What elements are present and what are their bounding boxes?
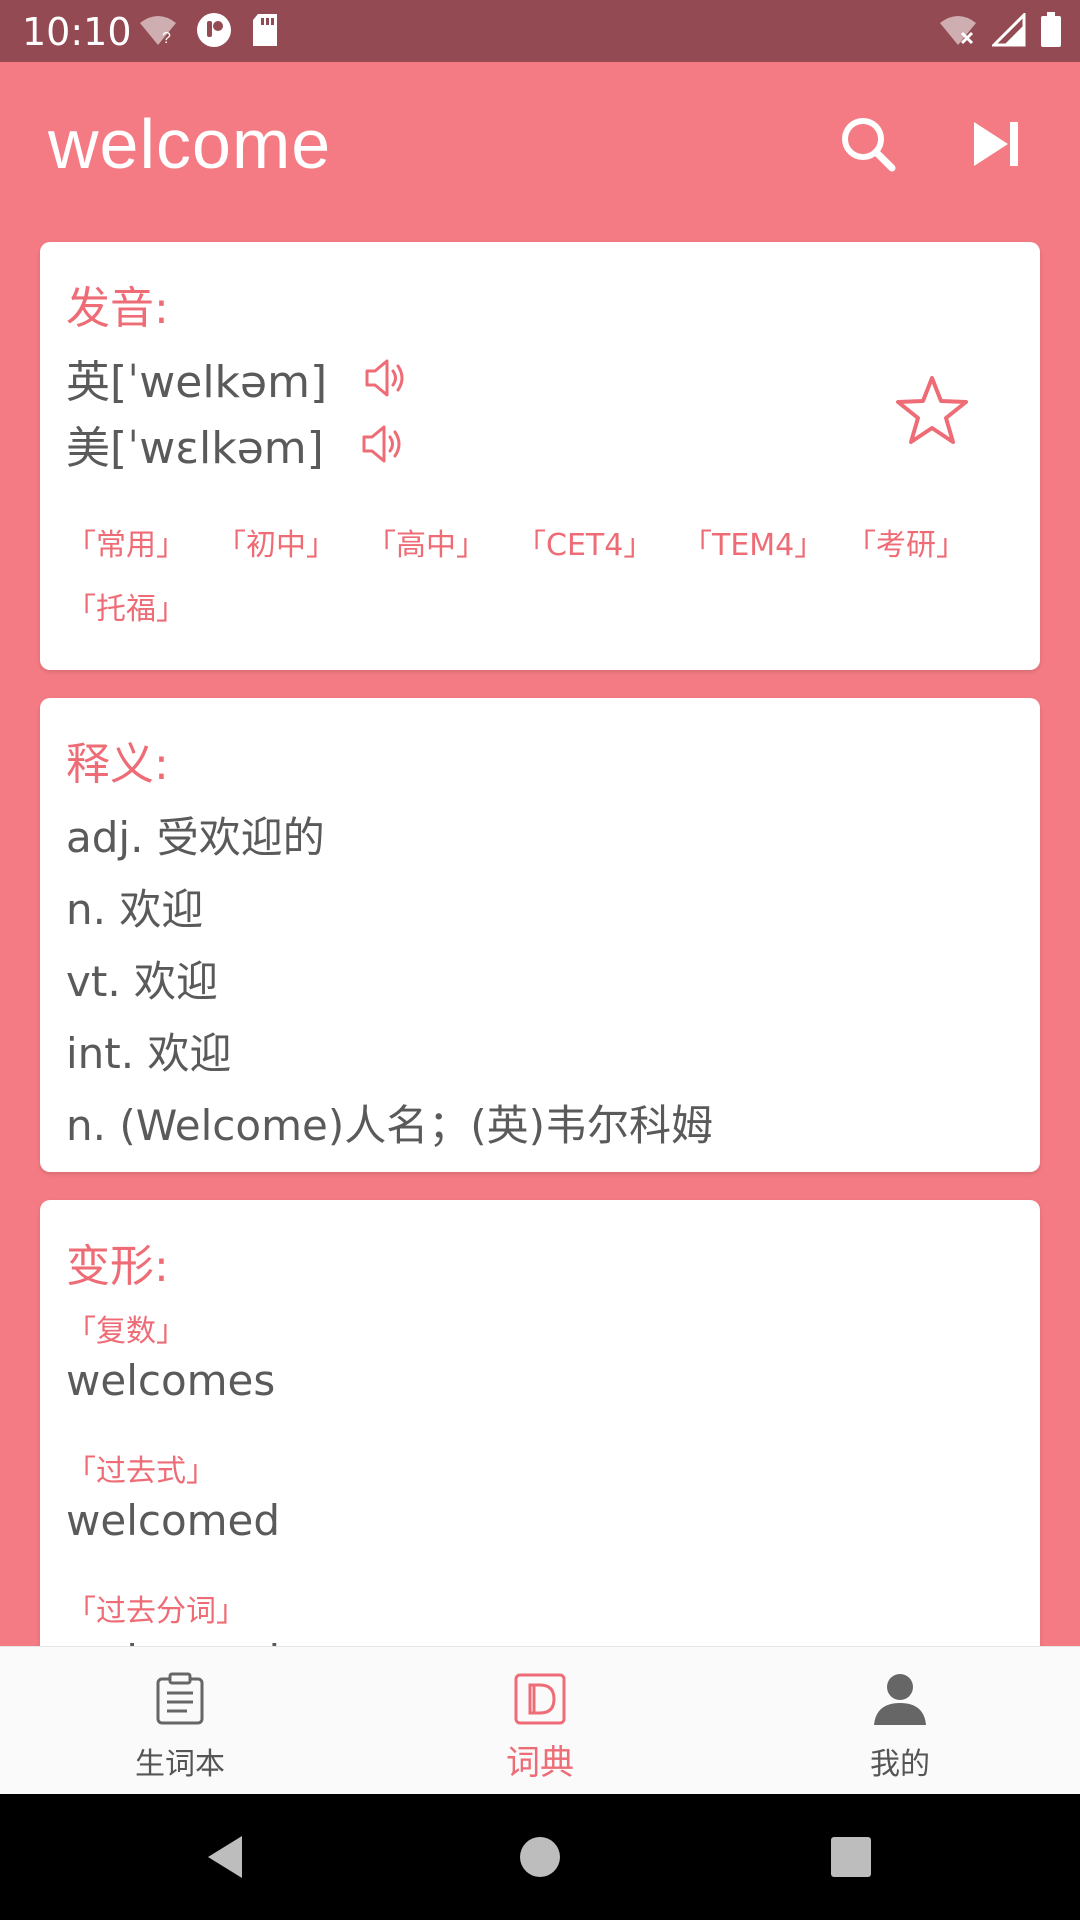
dictionary-icon [514,1673,566,1725]
uk-pronunciation-row: 英[ˈwelkəm] [66,346,409,410]
tag-item: 「考研」 [846,528,966,563]
definitions-card: 释义: adj. 受欢迎的 n. 欢迎 vt. 欢迎 int. 欢迎 n. (W… [40,698,1040,1172]
uk-phonetic: 英[ˈwelkəm] [66,357,328,408]
svg-text:?: ? [162,30,171,47]
nav-label: 生词本 [135,1747,225,1782]
nav-tab-dictionary[interactable]: 词典 [360,1647,720,1795]
nav-tab-vocabulary[interactable]: 生词本 [0,1647,360,1795]
recents-icon[interactable] [826,1832,876,1882]
tag-item: 「高中」 [366,528,486,563]
favorite-star-icon[interactable] [894,374,970,446]
system-navigation-bar [0,1794,1080,1920]
inflection-value: welcomes [66,1356,276,1405]
tag-item: 「CET4」 [516,528,654,563]
uk-speaker-icon[interactable] [363,357,409,399]
word-title: welcome [48,105,332,183]
wifi-off-icon [940,16,976,45]
skip-next-icon [974,122,1018,166]
back-icon[interactable] [202,1832,252,1882]
inflections-card: 变形: 「复数」 welcomes 「过去式」 welcomed 「过去分词」 … [40,1200,1040,1660]
next-word-button[interactable] [964,112,1028,176]
home-icon[interactable] [515,1832,565,1882]
definitions-title: 释义: [66,739,169,790]
inflection-label: 「复数」 [66,1314,186,1349]
status-icons-right [938,12,1062,48]
status-icons-left: ? [138,12,280,48]
bottom-navigation: 生词本 词典 我的 [0,1646,1080,1794]
tag-item: 「常用」 [66,528,186,563]
us-pronunciation-row: 美[ˈwɛlkəm] [66,412,406,476]
tag-item: 「托福」 [66,592,186,627]
inflection-label: 「过去式」 [66,1454,216,1489]
definition-item: vt. 欢迎 [66,957,219,1006]
tag-item: 「TEM4」 [682,528,825,563]
app-notification-icon [197,13,231,47]
definition-item: n. 欢迎 [66,885,204,934]
wifi-question-icon: ? [140,16,176,47]
search-button[interactable] [836,112,900,176]
pronunciation-card: 发音: 英[ˈwelkəm] 美[ˈwɛlkəm] 「常用」 「初中」 「高中」… [40,242,1040,670]
battery-icon [1041,12,1061,47]
nav-tab-profile[interactable]: 我的 [720,1647,1080,1795]
definition-item: adj. 受欢迎的 [66,813,325,862]
cell-signal-icon [992,13,1026,47]
definition-item: n. (Welcome)人名；(英)韦尔科姆 [66,1101,713,1150]
inflections-title: 变形: [66,1241,169,1292]
status-bar: 10:10 ? [0,0,1080,62]
notebook-icon [156,1672,204,1725]
app-bar: welcome [0,62,1080,230]
us-speaker-icon[interactable] [360,423,406,465]
inflection-value: welcomed [66,1496,281,1545]
tag-item: 「初中」 [216,528,336,563]
definition-item: int. 欢迎 [66,1029,232,1078]
pronunciation-title: 发音: [66,283,169,334]
person-icon [874,1674,926,1725]
sd-card-icon [253,14,277,46]
status-time: 10:10 [22,10,132,54]
nav-label: 词典 [506,1743,574,1783]
inflection-label: 「过去分词」 [66,1594,246,1629]
search-icon [842,118,896,172]
nav-label: 我的 [870,1747,930,1782]
us-phonetic: 美[ˈwɛlkəm] [66,423,324,474]
